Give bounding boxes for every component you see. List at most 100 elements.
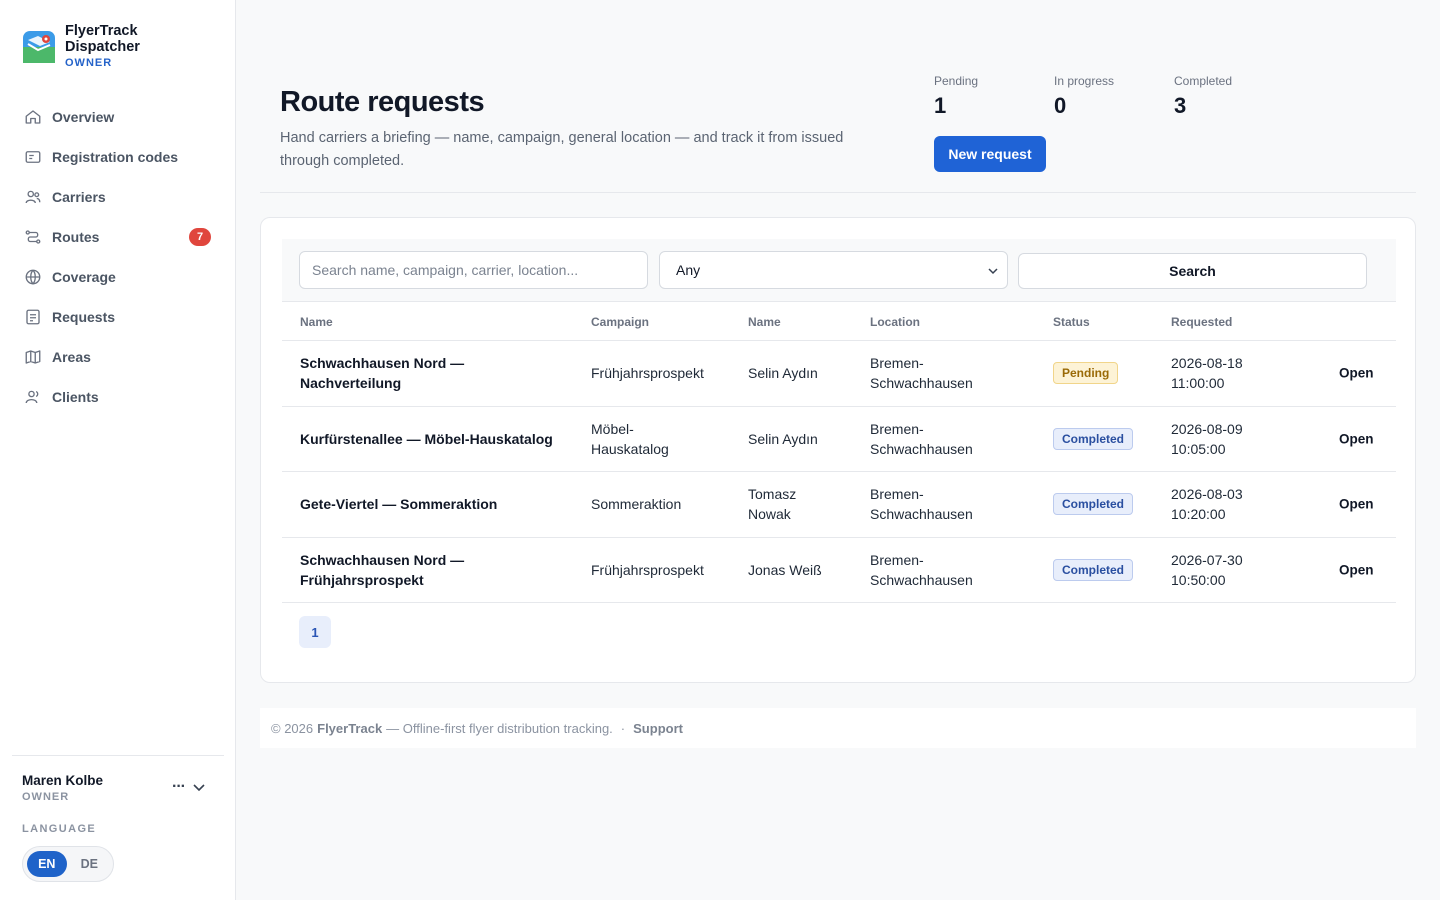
footer: © 2026 FlyerTrack — Offline-first flyer … — [260, 708, 1416, 748]
request-name: Kurfürstenallee — Möbel-Hauskatalog — [300, 430, 553, 447]
request-date: 2026-08-09 10:05:00 — [1171, 420, 1243, 457]
request-carrier: Selin Aydın — [748, 365, 818, 382]
new-request-button[interactable]: New request — [934, 136, 1046, 172]
sidebar-item-label: Registration codes — [52, 149, 179, 165]
stat-label: In progress — [1054, 74, 1115, 88]
request-campaign: Möbel-Hauskatalog — [591, 420, 669, 457]
stat-label: Pending — [934, 74, 979, 88]
route-icon — [25, 230, 41, 244]
sidebar-item-routes[interactable]: Routes 7 — [12, 217, 224, 257]
app-logo-icon — [23, 31, 55, 63]
language-label: LANGUAGE — [22, 823, 97, 835]
page-title: Route requests — [280, 86, 485, 118]
sidebar-item-clients[interactable]: Clients — [12, 377, 224, 417]
request-date: 2026-07-30 10:50:00 — [1171, 551, 1243, 588]
request-name: Schwachhausen Nord — Frühjahrsprospekt — [300, 551, 465, 588]
column-header: Requested — [1171, 315, 1233, 329]
column-header: Status — [1053, 315, 1090, 329]
sidebar-item-registration-codes[interactable]: Registration codes — [12, 137, 224, 177]
footer-copyright: © 2026 — [271, 720, 314, 736]
search-input[interactable] — [299, 251, 648, 289]
user-role: OWNER — [22, 791, 70, 803]
footer-brand: FlyerTrack — [317, 720, 383, 736]
request-campaign: Sommeraktion — [591, 496, 682, 513]
brand-name: FlyerTrack Dispatcher — [65, 23, 140, 55]
map-icon — [25, 350, 41, 364]
request-campaign: Frühjahrsprospekt — [591, 561, 704, 578]
user-group-icon — [25, 390, 39, 404]
sidebar-item-overview[interactable]: Overview — [12, 97, 224, 137]
search-button[interactable]: Search — [1018, 253, 1367, 289]
sidebar-item-areas[interactable]: Areas — [12, 337, 224, 377]
request-date: 2026-08-18 11:00:00 — [1171, 355, 1243, 392]
request-carrier: Jonas Weiß — [748, 561, 822, 578]
sidebar: FlyerTrack Dispatcher OWNER Overview Reg… — [0, 0, 236, 900]
sidebar-item-label: Overview — [52, 109, 115, 125]
status-badge: Completed — [1053, 558, 1134, 581]
request-location: Bremen-Schwachhausen — [870, 486, 973, 523]
user-menu-button[interactable]: ··· — [172, 778, 207, 796]
stat-value: 0 — [1054, 93, 1067, 118]
request-campaign: Frühjahrsprospekt — [591, 365, 704, 382]
table-row[interactable]: Kurfürstenallee — Möbel-Hauskatalog Möbe… — [282, 407, 1396, 472]
open-request-link[interactable]: Open — [1339, 562, 1374, 577]
column-header: Campaign — [591, 315, 650, 329]
column-header: Location — [870, 315, 920, 329]
sidebar-item-coverage[interactable]: Coverage — [12, 257, 224, 297]
request-date: 2026-08-03 10:20:00 — [1171, 486, 1243, 523]
language-toggle: EN DE — [22, 846, 114, 882]
header-divider — [260, 192, 1416, 193]
sidebar-divider — [12, 755, 224, 756]
status-badge: Completed — [1053, 427, 1134, 450]
chevron-down-icon — [988, 268, 998, 275]
footer-tagline: — Offline-first flyer distribution track… — [386, 720, 613, 736]
users-icon — [25, 190, 41, 204]
table-row[interactable]: Schwachhausen Nord — Nachverteilung Früh… — [282, 341, 1396, 407]
status-badge: Completed — [1053, 493, 1134, 516]
open-request-link[interactable]: Open — [1339, 497, 1374, 512]
support-link[interactable]: Support — [633, 721, 683, 736]
page-description: Hand carriers a briefing — name, campaig… — [280, 130, 844, 169]
request-name: Schwachhausen Nord — Nachverteilung — [300, 355, 465, 392]
table-row[interactable]: Gete-Viertel — Sommeraktion Sommeraktion… — [282, 472, 1396, 538]
request-name: Gete-Viertel — Sommeraktion — [300, 496, 498, 513]
sidebar-item-label: Coverage — [52, 269, 116, 285]
requests-card: Any Search Name Campaign Name Location S… — [260, 217, 1416, 683]
document-icon — [26, 309, 40, 325]
sidebar-item-carriers[interactable]: Carriers — [12, 177, 224, 217]
request-location: Bremen-Schwachhausen — [870, 355, 973, 392]
pagination-page-button[interactable]: 1 — [299, 616, 331, 648]
id-card-icon — [25, 151, 41, 163]
status-badge: Pending — [1053, 362, 1119, 385]
more-icon: ··· — [172, 778, 186, 795]
stat-in-progress: In progress 0 — [1054, 74, 1114, 119]
status-select[interactable]: Any — [659, 251, 1008, 289]
table-row[interactable]: Schwachhausen Nord — Frühjahrsprospekt F… — [282, 538, 1396, 603]
language-de-button[interactable]: DE — [70, 851, 110, 877]
request-location: Bremen-Schwachhausen — [870, 551, 973, 588]
chevron-down-icon — [193, 784, 205, 792]
sidebar-item-label: Areas — [52, 349, 91, 365]
brand[interactable]: FlyerTrack Dispatcher OWNER — [22, 23, 155, 69]
stat-value: 1 — [934, 93, 947, 118]
user-name: Maren Kolbe — [22, 773, 104, 788]
column-header: Name — [748, 315, 781, 329]
language-en-button[interactable]: EN — [27, 851, 67, 877]
sidebar-item-requests[interactable]: Requests — [12, 297, 224, 337]
open-request-link[interactable]: Open — [1339, 431, 1374, 446]
status-select-value: Any — [676, 262, 701, 278]
footer-separator: · — [620, 720, 626, 736]
sidebar-item-label: Routes — [52, 229, 100, 245]
request-carrier: Tomasz Nowak — [748, 486, 797, 523]
sidebar-item-label: Requests — [52, 309, 116, 325]
stat-pending: Pending 1 — [934, 74, 978, 119]
table-header: Name Campaign Name Location Status Reque… — [282, 302, 1396, 341]
request-location: Bremen-Schwachhausen — [870, 420, 973, 457]
routes-count-badge: 7 — [189, 228, 211, 246]
request-carrier: Selin Aydın — [748, 430, 818, 447]
sidebar-item-label: Clients — [52, 389, 99, 405]
globe-icon — [25, 269, 41, 285]
brand-role: OWNER — [65, 57, 113, 69]
column-header: Name — [300, 315, 333, 329]
open-request-link[interactable]: Open — [1339, 366, 1374, 381]
